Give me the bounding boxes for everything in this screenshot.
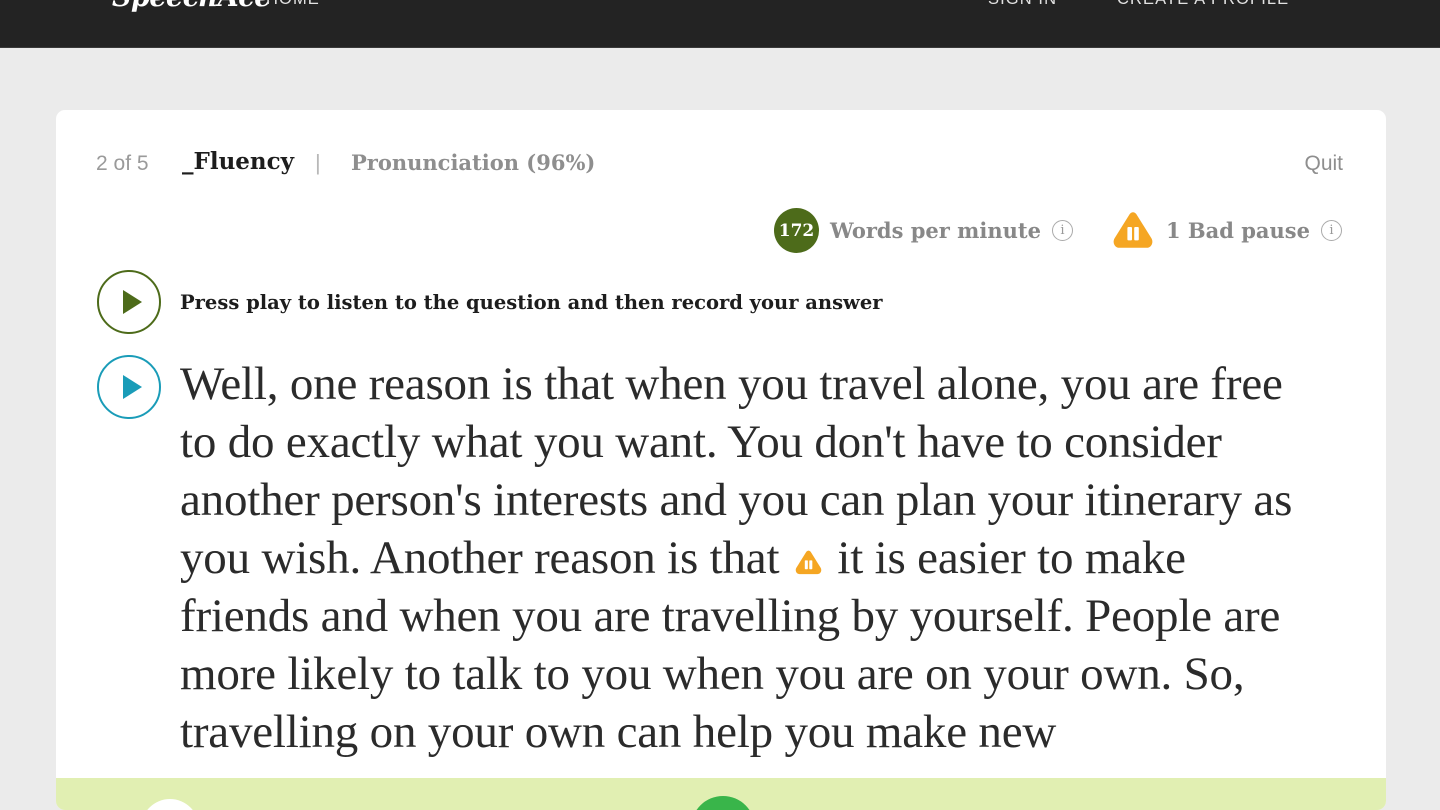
pause-warning-icon [1113,211,1153,248]
answer-transcript-row: Well, one reason is that when you travel… [97,355,1357,761]
footer-secondary-button[interactable] [141,799,199,810]
card-header: 2 of 5 _Fluency | Pronunciation (96%) Qu… [56,110,1386,190]
answer-transcript: Well, one reason is that when you travel… [180,355,1325,761]
info-icon[interactable]: i [1321,220,1342,241]
play-question-button[interactable] [97,270,161,334]
info-icon[interactable]: i [1051,220,1073,241]
record-button[interactable] [691,796,755,810]
wpm-value-badge: 172 [773,208,819,253]
tab-pronunciation[interactable]: Pronunciation (96%) [351,150,595,175]
speechace-logo[interactable]: SpeechAce [112,0,271,13]
question-prompt-row: Press play to listen to the question and… [97,270,883,334]
prompt-instruction-text: Press play to listen to the question and… [180,290,883,314]
nav-item-sign-in[interactable]: SIGN IN [988,0,1057,9]
exercise-card: 2 of 5 _Fluency | Pronunciation (96%) Qu… [56,110,1386,810]
bad-pause-label: 1 Bad pause [1165,218,1310,243]
nav-item-home[interactable]: HOME [266,0,320,9]
play-icon [122,290,142,314]
inline-pause-warning-icon[interactable] [794,549,823,577]
play-icon [122,375,142,399]
metrics-row: 172 Words per minute i 1 Bad pause i [773,208,1342,253]
wpm-label: Words per minute [829,218,1041,243]
metric-words-per-minute: 172 Words per minute i [773,208,1073,253]
metric-bad-pause: 1 Bad pause i [1111,210,1342,252]
recording-footer-bar [56,778,1386,810]
progress-counter: 2 of 5 [96,152,149,175]
tab-fluency[interactable]: _Fluency [182,148,294,175]
top-navbar: SpeechAce HOME SIGN IN CREATE A PROFILE [0,0,1440,48]
nav-item-create-profile[interactable]: CREATE A PROFILE [1117,0,1289,9]
play-answer-button[interactable] [97,355,161,419]
quit-button[interactable]: Quit [1304,152,1343,176]
tab-separator: | [315,150,321,175]
